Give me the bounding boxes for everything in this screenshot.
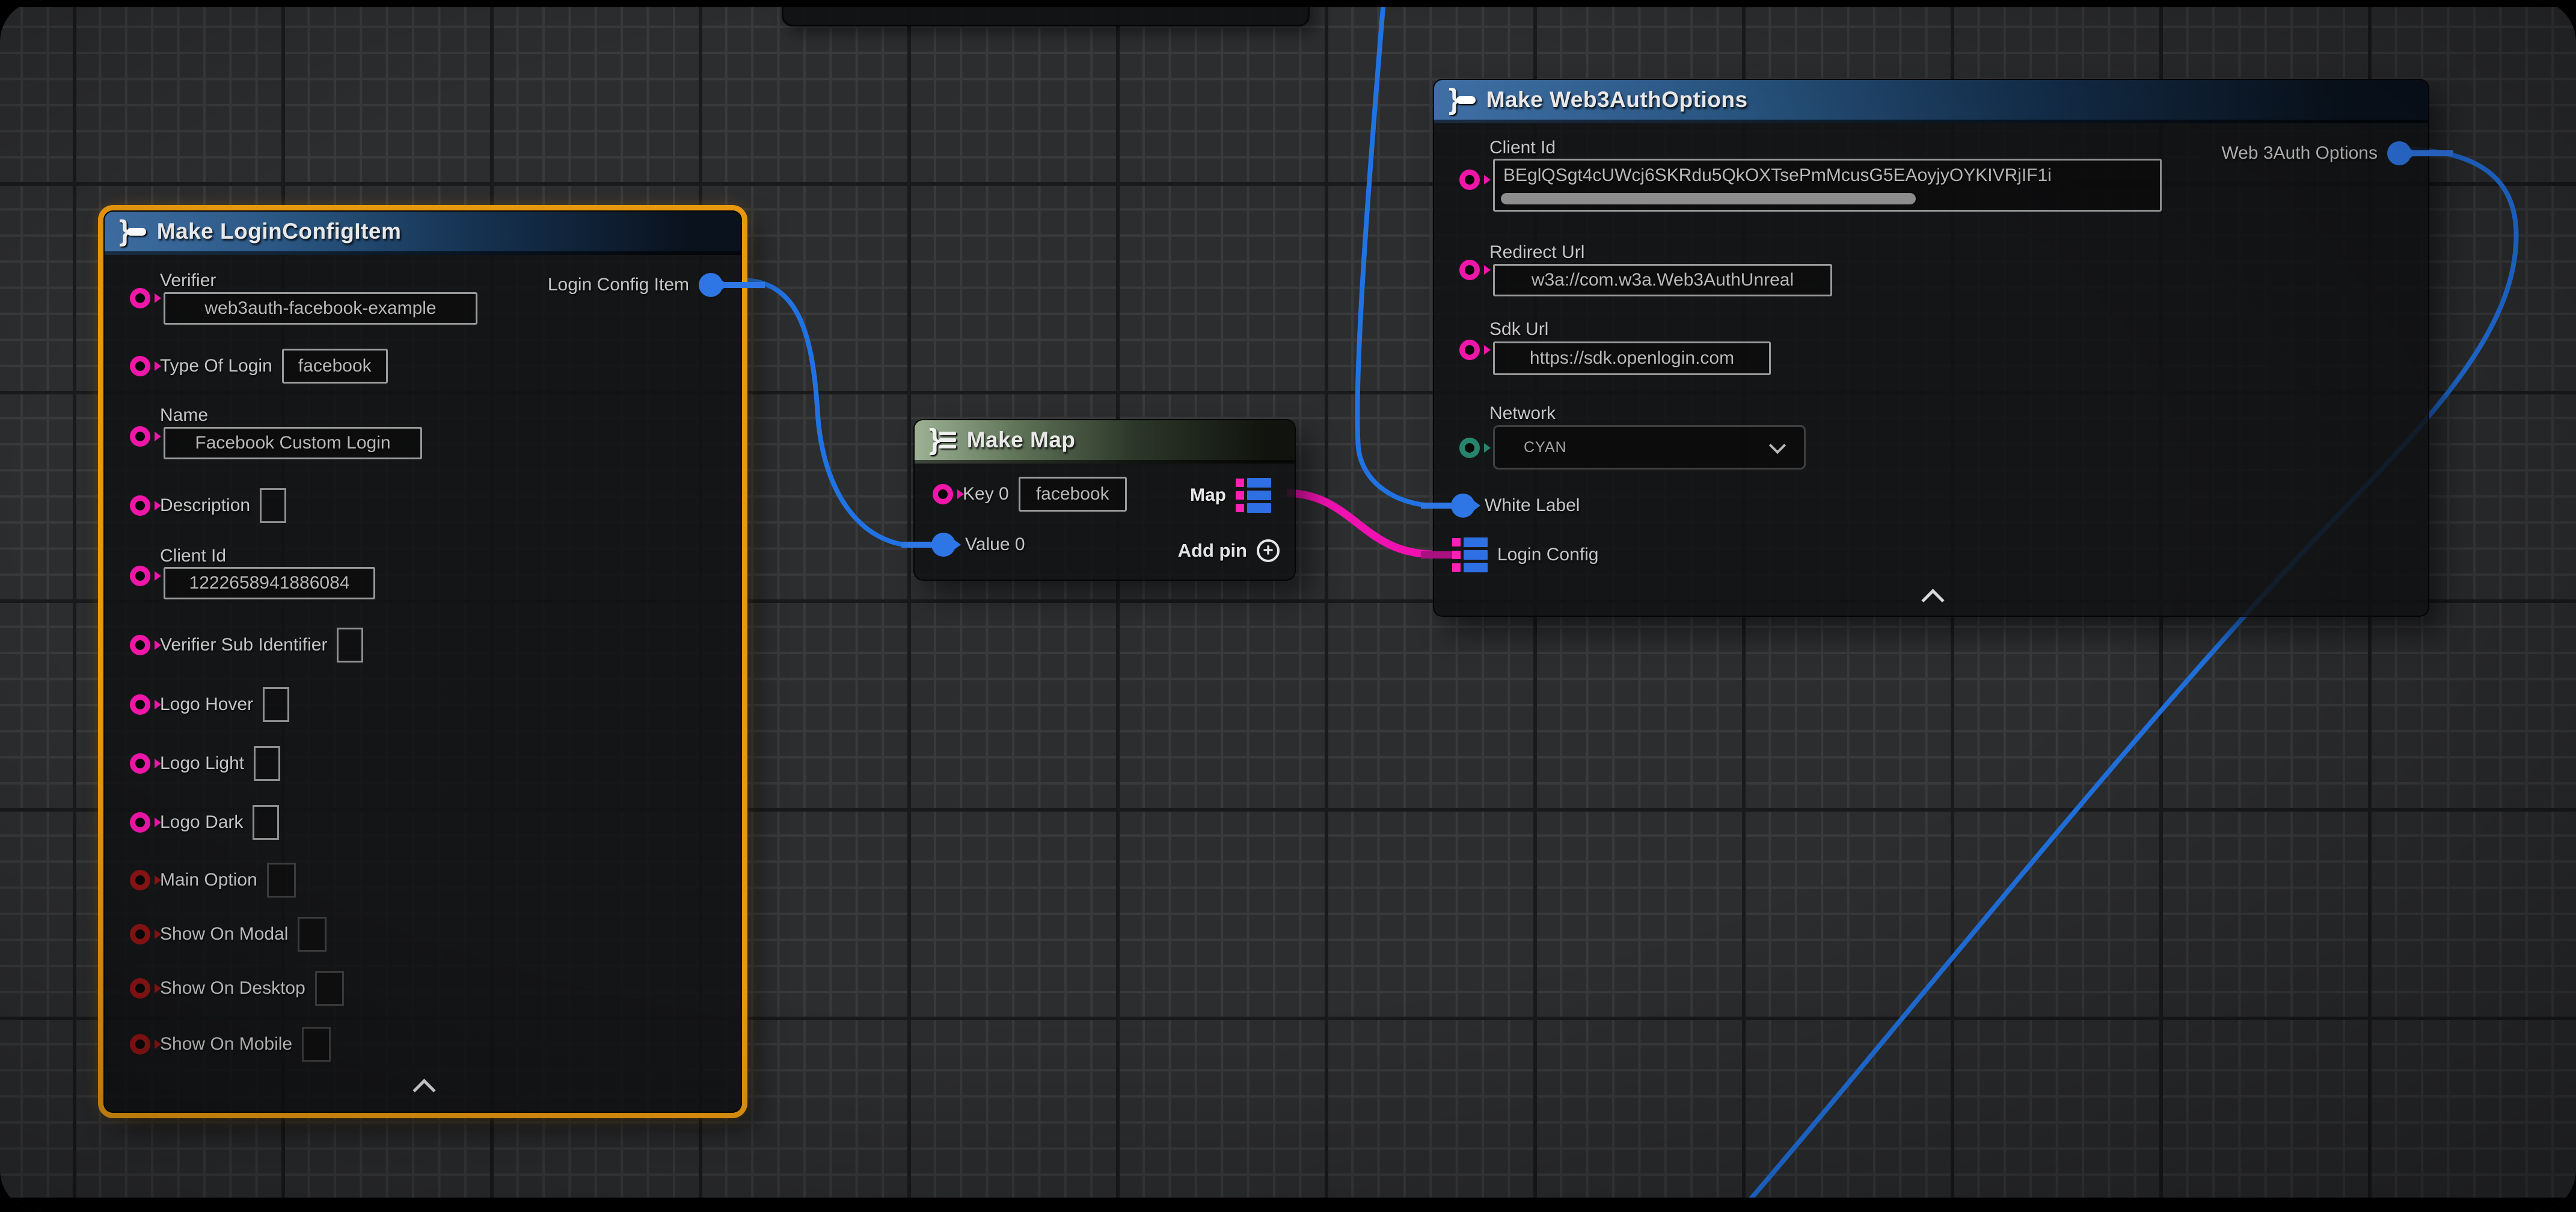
node-title: Make LoginConfigItem [157,219,402,244]
screen-top-edge [0,0,2576,7]
verifier-input[interactable]: web3auth-facebook-example [164,292,477,325]
logo-hover-input[interactable] [263,687,289,722]
node-make-loginconfigitem[interactable]: } Make LoginConfigItem Login Config Item… [103,210,742,1113]
output-pin-label: Login Config Item [548,275,689,295]
add-pin-plus-icon: + [1257,539,1280,562]
screen-bottom-edge [0,1198,2576,1212]
sdk-url-input[interactable]: https://sdk.openlogin.com [1493,341,1771,375]
node-header-make-loginconfigitem[interactable]: } Make LoginConfigItem [105,212,741,255]
input-pin-main-option[interactable] [130,870,150,890]
field-label: Client Id [160,546,226,566]
node-title: Make Map [967,427,1076,453]
verifier-sub-identifier-input[interactable] [337,628,363,663]
show-on-mobile-checkbox[interactable] [302,1027,331,1062]
output-pin-label: Web 3Auth Options [2221,143,2378,164]
blueprint-graph-canvas[interactable]: } Make LoginConfigItem Login Config Item… [0,0,2576,1212]
logo-dark-input[interactable] [253,805,279,840]
input-pin-white-label[interactable] [1451,494,1475,518]
client-id-input[interactable]: BEglQSgt4cUWcj6SKRdu5QkOXTsePmMcusG5EAoy… [1493,159,2162,212]
field-label: Name [160,405,208,426]
input-pin-client-id[interactable] [130,566,150,586]
output-row-login-config-item: Login Config Item [548,267,723,303]
make-struct-icon: } [1449,85,1476,114]
logo-light-input[interactable] [254,746,280,781]
input-pin-logo-dark[interactable] [130,812,150,833]
row-logo-hover: Logo Hover [130,687,289,723]
description-input[interactable] [260,488,286,523]
type-of-login-input[interactable]: facebook [282,349,388,384]
wire-login-config-item-to-value0 [744,280,916,546]
node-header-make-web3authoptions[interactable]: } Make Web3AuthOptions [1434,80,2428,123]
node-make-web3authoptions[interactable]: } Make Web3AuthOptions Web 3Auth Options… [1433,79,2429,617]
collapse-chevron-icon[interactable] [1921,589,1944,611]
output-row-web3auth-options: Web 3Auth Options [2221,135,2411,171]
row-logo-light: Logo Light [130,745,280,782]
redirect-url-input[interactable]: w3a://com.w3a.Web3AuthUnreal [1493,264,1832,296]
row-value0: Value 0 [931,527,1025,563]
field-label: Network [1489,403,1556,424]
node-make-map[interactable]: } Make Map Key 0 facebook Map Value 0 Ad… [913,419,1296,581]
row-description: Description [130,488,286,524]
input-pin-logo-light[interactable] [130,753,150,774]
network-dropdown[interactable]: CYAN [1493,425,1806,470]
input-pin-name[interactable] [130,426,150,447]
input-pin-type-of-login[interactable] [130,356,150,376]
input-pin-redirect-url[interactable] [1459,260,1480,280]
row-show-on-mobile: Show On Mobile [130,1026,331,1062]
input-pin-description[interactable] [130,495,150,516]
input-pin-verifier[interactable] [130,288,150,308]
row-verifier-sub-identifier: Verifier Sub Identifier [130,627,363,663]
show-on-modal-checkbox[interactable] [298,917,327,952]
name-input[interactable]: Facebook Custom Login [164,427,422,459]
input-pin-login-config[interactable] [1452,537,1488,572]
input-pin-show-on-desktop[interactable] [130,978,150,999]
output-row-map: Map [1190,477,1271,513]
row-key0: Key 0 facebook [933,476,1127,512]
wire-top-to-white-label [1357,0,1432,506]
row-login-config: Login Config [1452,537,1598,573]
collapse-chevron-icon[interactable] [412,1079,435,1101]
input-pin-value0[interactable] [931,533,955,557]
node-header-make-map[interactable]: } Make Map [915,420,1295,464]
row-white-label: White Label [1451,488,1580,524]
input-pin-verifier-sub-identifier[interactable] [130,635,150,655]
input-pin-show-on-mobile[interactable] [130,1034,150,1054]
output-pin-web3auth-options[interactable] [2387,141,2411,165]
client-id-scrollbar[interactable] [1501,193,1916,204]
client-id-input[interactable]: 1222658941886084 [164,567,375,599]
field-label: Sdk Url [1489,319,1548,340]
key0-input[interactable]: facebook [1019,477,1127,512]
output-pin-login-config-item[interactable] [699,273,723,297]
row-logo-dark: Logo Dark [130,804,279,840]
input-pin-sdk-url[interactable] [1459,340,1480,360]
field-label: Redirect Url [1489,242,1584,263]
input-pin-client-id[interactable] [1459,170,1480,190]
input-pin-logo-hover[interactable] [130,694,150,715]
output-pin-map[interactable] [1236,478,1271,513]
input-pin-key0[interactable] [933,484,953,504]
field-label: Client Id [1489,138,1556,158]
main-option-checkbox[interactable] [267,863,296,898]
row-show-on-modal: Show On Modal [130,916,327,952]
node-title: Make Web3AuthOptions [1486,87,1748,112]
make-map-icon: } [929,426,956,454]
add-pin-button[interactable]: Add pin + [1178,539,1280,562]
make-struct-icon: } [119,217,146,246]
row-show-on-desktop: Show On Desktop [130,970,344,1006]
row-type-of-login: Type Of Login facebook [130,348,388,384]
row-main-option: Main Option [130,862,296,898]
input-pin-network[interactable] [1459,438,1480,458]
chevron-down-icon [1769,437,1786,454]
input-pin-show-on-modal[interactable] [130,924,150,944]
show-on-desktop-checkbox[interactable] [315,971,344,1006]
field-label: Verifier [160,271,216,291]
